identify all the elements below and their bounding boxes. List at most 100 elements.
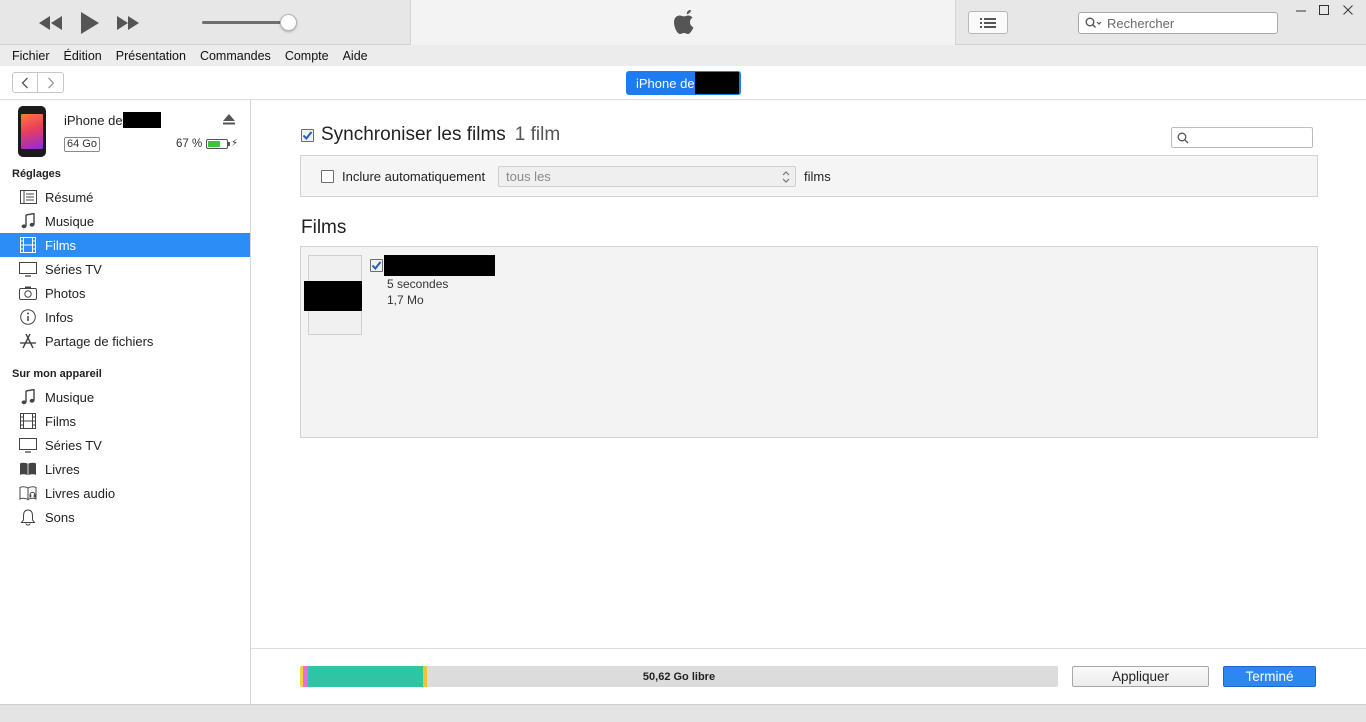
films-list: 5 secondes 1,7 Mo [300, 246, 1318, 438]
sidebar-item-label: Musique [45, 213, 95, 229]
film-size: 1,7 Mo [387, 293, 424, 307]
minimize-button[interactable] [1294, 3, 1308, 17]
free-space-label: 50,62 Go libre [642, 670, 716, 683]
redacted-device-name [694, 72, 739, 94]
menu-aide[interactable]: Aide [336, 49, 375, 63]
maximize-button[interactable] [1317, 3, 1331, 17]
menu-commandes[interactable]: Commandes [193, 49, 278, 63]
sync-films-label: Synchroniser les films [321, 124, 506, 145]
status-bar [0, 704, 1366, 722]
film-duration: 5 secondes [387, 277, 449, 291]
sidebar-item-label: Séries TV [45, 437, 102, 453]
chevron-left-icon [21, 77, 28, 88]
search-icon [1177, 132, 1189, 143]
tv-icon [17, 437, 39, 453]
films-search-field[interactable] [1171, 127, 1313, 148]
sidebar-device-item-musique[interactable]: Musique [0, 385, 250, 409]
sidebar-item-label: Photos [45, 285, 86, 301]
sidebar-item-partage-de-fichiers[interactable]: Partage de fichiers [0, 329, 250, 353]
sidebar-device-item-livres[interactable]: Livres [0, 457, 250, 481]
film-icon [17, 237, 39, 253]
sidebar-item-photos[interactable]: Photos [0, 281, 250, 305]
device-button[interactable]: iPhone de [626, 71, 741, 95]
sync-films-count: 1 film [514, 124, 561, 145]
device-name-label: iPhone de [64, 112, 123, 128]
sidebar-item-musique[interactable]: Musique [0, 209, 250, 233]
navigation-row: iPhone de [0, 66, 1366, 100]
auto-include-suffix: films [804, 169, 831, 184]
menu-edition[interactable]: Édition [57, 49, 109, 63]
camera-icon [17, 286, 39, 300]
maximize-icon [1319, 5, 1329, 15]
apply-button[interactable]: Appliquer [1072, 666, 1209, 687]
sidebar-device-item-livres-audio[interactable]: Livres audio [0, 481, 250, 505]
sidebar-item-label: Sons [45, 509, 75, 525]
app-store-icon [17, 333, 39, 349]
done-button[interactable]: Terminé [1223, 666, 1316, 687]
volume-slider-knob[interactable] [280, 14, 297, 31]
close-icon [1343, 5, 1353, 15]
film-checkbox[interactable] [370, 259, 383, 272]
sidebar-item-label: Séries TV [45, 261, 102, 277]
device-summary: iPhone de 64 Go 67 % ⚡ [0, 100, 250, 164]
rewind-icon [39, 16, 62, 30]
section-title-on-device: Sur mon appareil [12, 368, 102, 380]
title-bar [0, 0, 1366, 45]
auto-include-select[interactable]: tous les [498, 166, 796, 187]
section-title-settings: Réglages [12, 168, 61, 180]
sidebar-device-item-sons[interactable]: Sons [0, 505, 250, 529]
fast-forward-button[interactable] [114, 10, 142, 36]
menu-bar: Fichier Édition Présentation Commandes C… [0, 45, 1366, 66]
main-content: Synchroniser les films 1 film Inclure au… [251, 100, 1366, 704]
search-input[interactable] [1107, 15, 1267, 31]
play-icon [81, 12, 99, 34]
menu-compte[interactable]: Compte [278, 49, 336, 63]
checkmark-icon [302, 130, 313, 140]
summary-icon [17, 190, 39, 204]
up-next-list-button[interactable] [968, 11, 1008, 34]
films-heading: Films [301, 217, 347, 238]
auto-include-row: Inclure automatiquement [321, 169, 485, 184]
sidebar-device-item-series-tv[interactable]: Séries TV [0, 433, 250, 457]
menu-presentation[interactable]: Présentation [109, 49, 193, 63]
device-button-label: iPhone de [636, 75, 695, 91]
search-field[interactable] [1078, 12, 1278, 34]
checkmark-icon [371, 261, 382, 271]
status-display [410, 0, 956, 45]
list-icon [980, 17, 996, 28]
sidebar-item-label: Musique [45, 389, 95, 405]
redacted-device-name [122, 112, 161, 128]
close-button[interactable] [1341, 3, 1355, 17]
apple-logo-icon [674, 10, 694, 34]
capacity-badge: 64 Go [64, 137, 100, 152]
auto-include-select-value: tous les [506, 169, 551, 184]
sidebar-item-label: Films [45, 237, 77, 253]
back-button[interactable] [12, 72, 38, 93]
storage-capacity-bar: 50,62 Go libre [300, 666, 1058, 687]
sidebar-item-films[interactable]: Films [0, 233, 250, 257]
iphone-icon [18, 106, 46, 157]
auto-include-checkbox[interactable] [321, 170, 334, 183]
battery-icon [206, 139, 228, 149]
sidebar-item-label: Livres audio [45, 485, 116, 501]
rewind-button[interactable] [36, 10, 66, 36]
sync-films-row: Synchroniser les films 1 film [301, 124, 560, 146]
play-button[interactable] [78, 10, 102, 36]
eject-icon[interactable] [223, 114, 235, 125]
sidebar-device-item-films[interactable]: Films [0, 409, 250, 433]
forward-button[interactable] [38, 72, 64, 93]
sidebar-item-label: Films [45, 413, 77, 429]
sidebar-item-resume[interactable]: Résumé [0, 185, 250, 209]
sidebar-item-infos[interactable]: Infos [0, 305, 250, 329]
sync-films-checkbox[interactable] [301, 128, 314, 142]
auto-include-panel: Inclure automatiquement tous les films [300, 155, 1318, 197]
audiobook-icon [17, 485, 39, 501]
bell-icon [17, 508, 39, 526]
sidebar-item-series-tv[interactable]: Séries TV [0, 257, 250, 281]
battery-tip [228, 142, 230, 146]
footer-divider [251, 648, 1366, 649]
redacted-film-title [384, 255, 495, 276]
menu-fichier[interactable]: Fichier [5, 49, 57, 63]
sidebar: iPhone de 64 Go 67 % ⚡ Réglages Résumé Mu… [0, 100, 251, 704]
fast-forward-icon [117, 16, 139, 30]
